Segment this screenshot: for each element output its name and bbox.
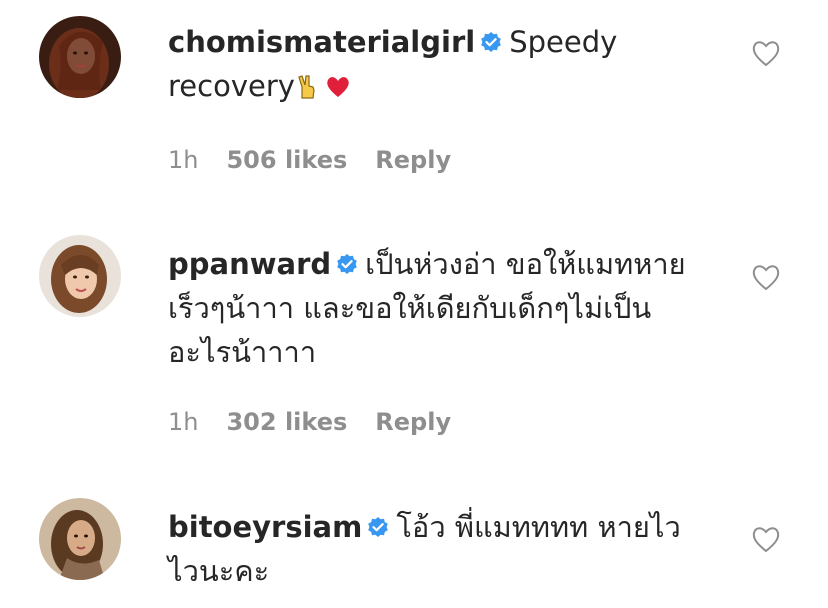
avatar[interactable] bbox=[39, 498, 121, 580]
comment-body: ppanward เป็นห่วงอ่า ขอให้แมทหายเร็วๆน้าา… bbox=[168, 242, 708, 374]
comment-meta: 1h 302 likes Reply bbox=[168, 408, 479, 436]
verified-badge-icon bbox=[368, 517, 389, 537]
verified-badge-icon bbox=[337, 254, 357, 274]
heart-outline-icon[interactable] bbox=[750, 38, 782, 68]
comment-meta: 1h 506 likes Reply bbox=[168, 146, 479, 174]
comment-username[interactable]: ppanward bbox=[168, 247, 331, 281]
verified-badge-icon bbox=[481, 32, 502, 52]
reply-button[interactable]: Reply bbox=[375, 146, 451, 174]
victory-hand-icon bbox=[298, 75, 315, 99]
red-heart-icon bbox=[327, 77, 349, 97]
comment-time: 1h bbox=[168, 408, 199, 436]
comment-time: 1h bbox=[168, 146, 199, 174]
comment-username[interactable]: chomismaterialgirl bbox=[168, 25, 475, 59]
comment-username[interactable]: bitoeyrsiam bbox=[168, 510, 362, 544]
comment-body: chomismaterialgirl Speedy recovery bbox=[168, 20, 728, 108]
avatar[interactable] bbox=[39, 16, 121, 98]
comment-likes[interactable]: 506 likes bbox=[226, 146, 347, 174]
heart-outline-icon[interactable] bbox=[750, 524, 782, 554]
comment-body: bitoeyrsiam โอ้ว พี่แมทททท หายไวไวนะคะ bbox=[168, 505, 688, 593]
comment-likes[interactable]: 302 likes bbox=[226, 408, 347, 436]
reply-button[interactable]: Reply bbox=[375, 408, 451, 436]
avatar[interactable] bbox=[39, 235, 121, 317]
heart-outline-icon[interactable] bbox=[750, 262, 782, 292]
